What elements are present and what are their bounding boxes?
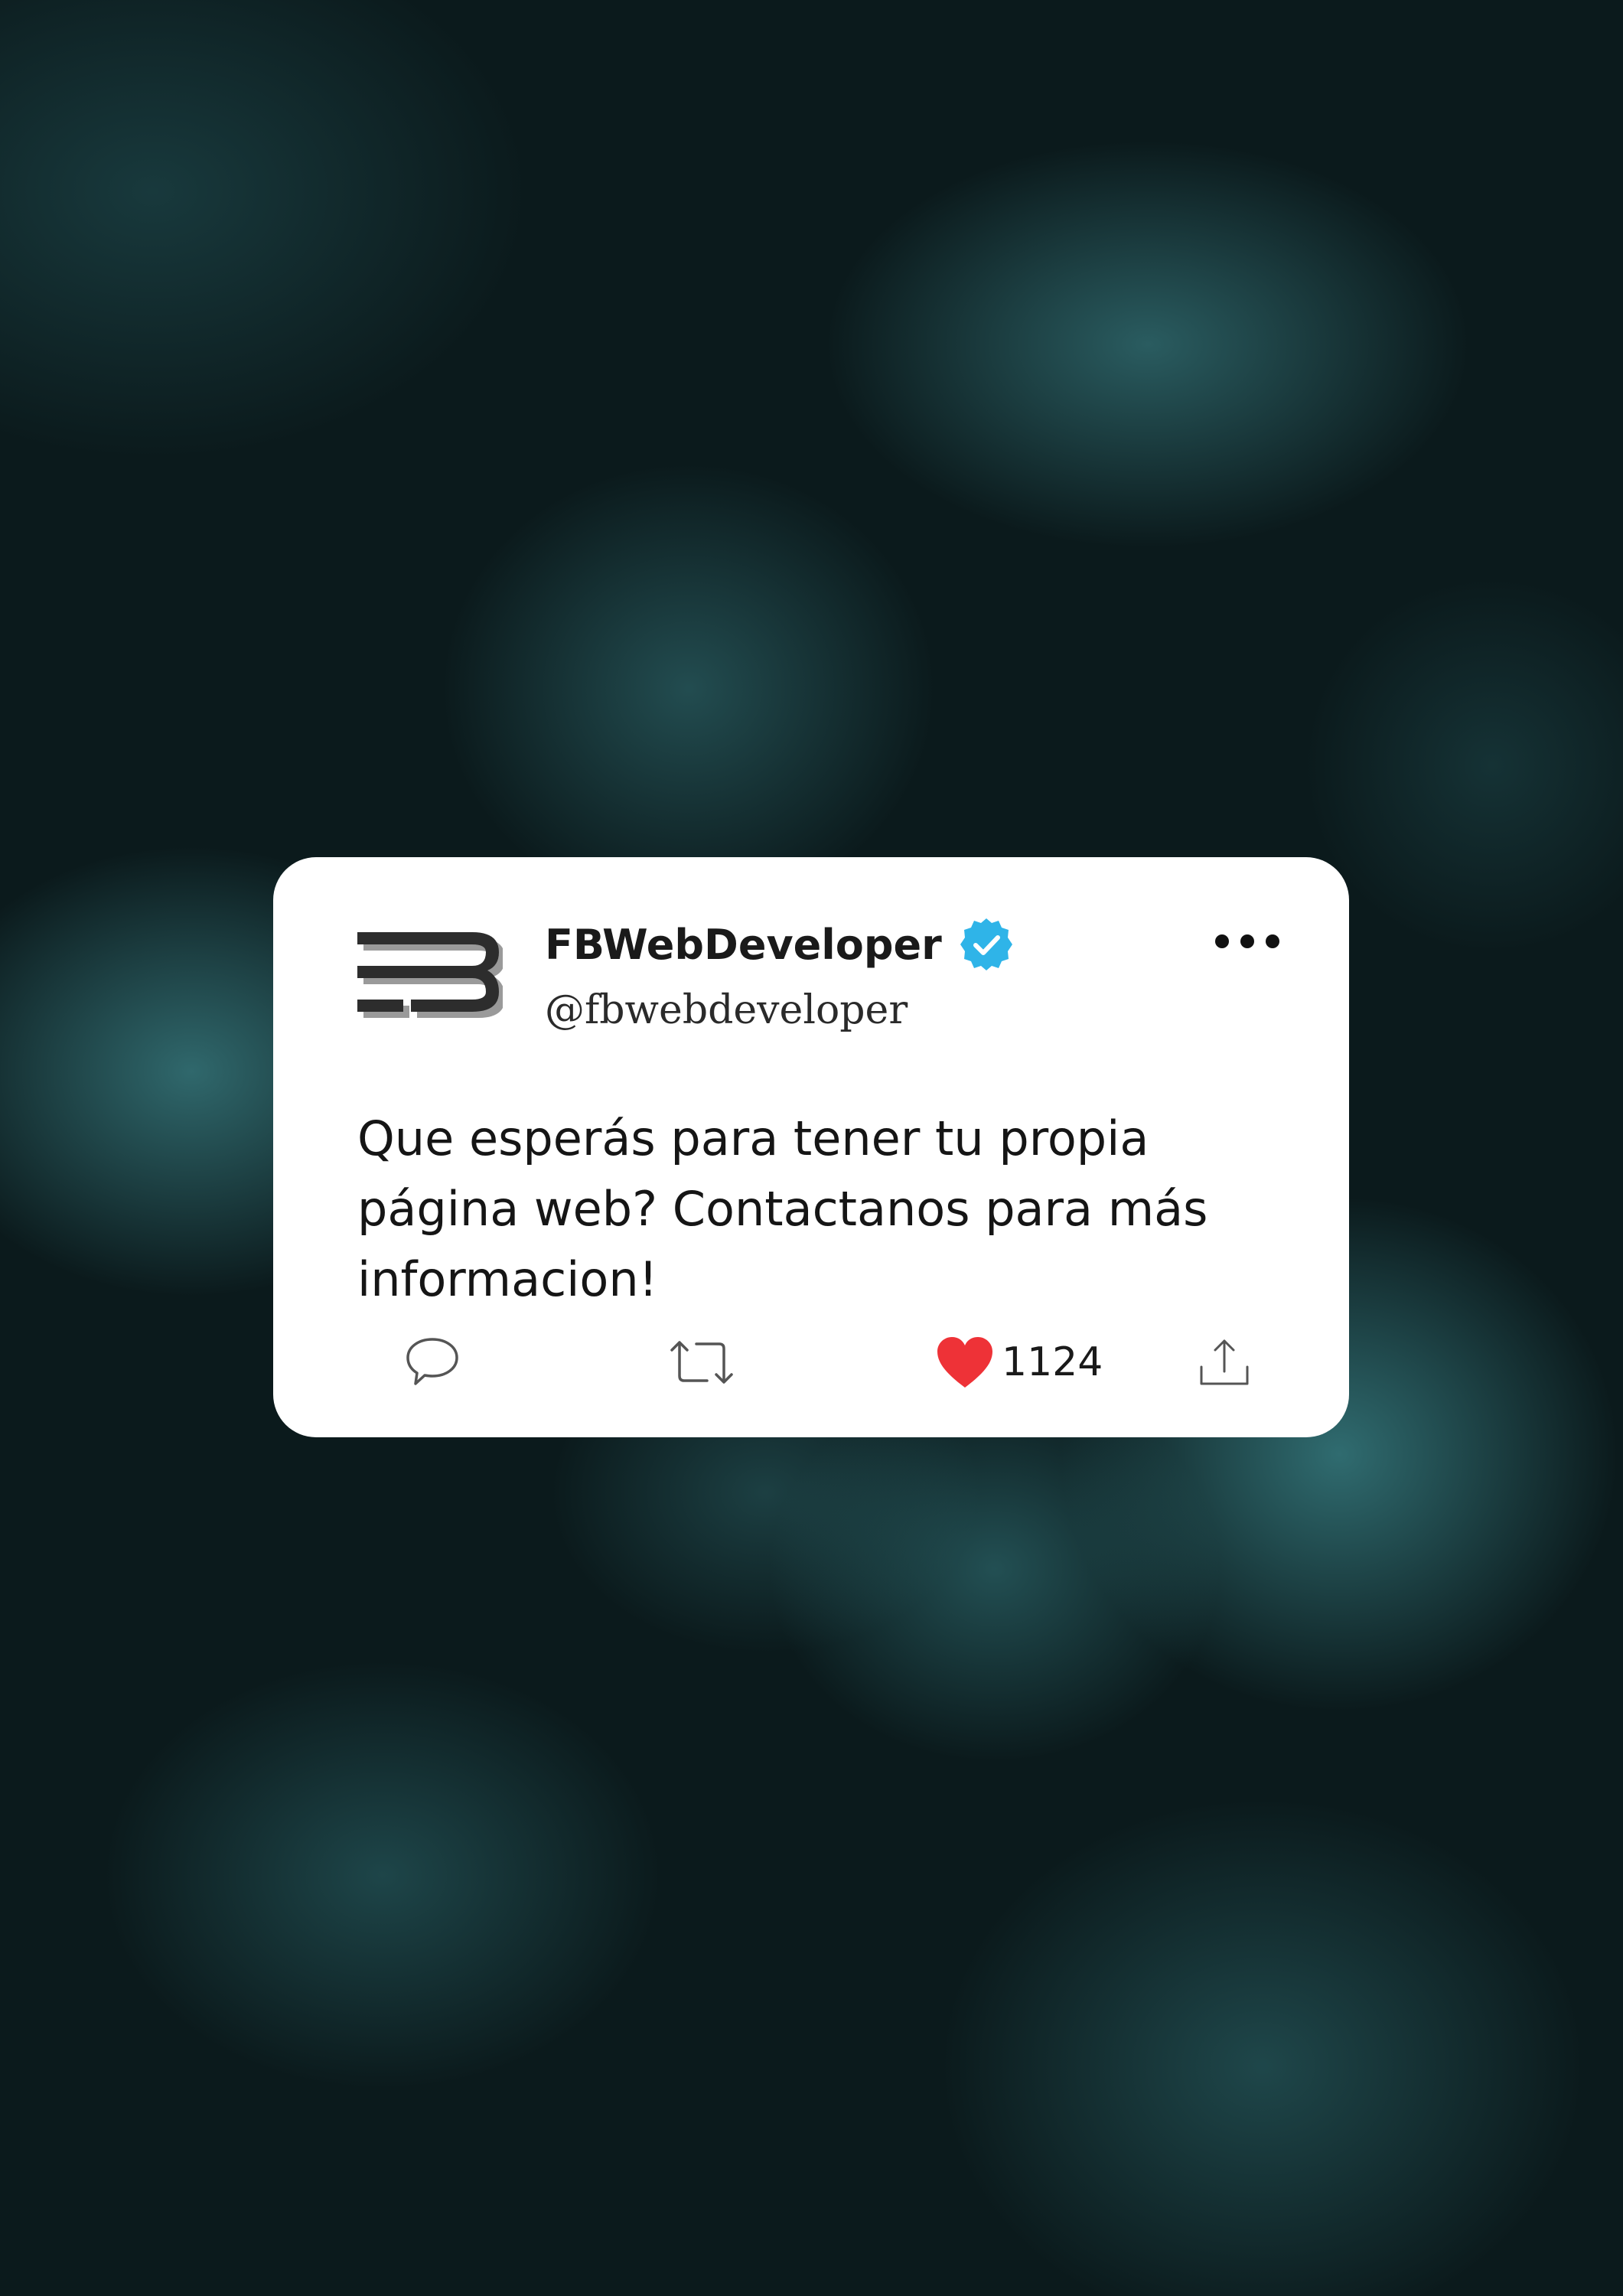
- heart-icon: [937, 1337, 992, 1388]
- comment-bubble-icon: [406, 1338, 458, 1385]
- fb-logo-icon: [357, 932, 503, 1018]
- reply-button[interactable]: [403, 1332, 461, 1393]
- tweet-card: FBWebDeveloper @fbwebdeveloper Que esper…: [273, 857, 1349, 1437]
- share-button[interactable]: [1195, 1332, 1253, 1393]
- user-handle[interactable]: @fbwebdeveloper: [545, 987, 908, 1033]
- retweet-icon: [670, 1341, 733, 1384]
- like-count: 1124: [1002, 1339, 1103, 1385]
- display-name-row[interactable]: FBWebDeveloper: [545, 917, 1014, 972]
- like-button[interactable]: 1124: [936, 1332, 1103, 1393]
- retweet-button[interactable]: [667, 1332, 736, 1393]
- more-dots-icon[interactable]: [1213, 932, 1282, 951]
- share-upload-icon: [1200, 1339, 1249, 1385]
- tweet-text: Que esperás para tener tu propia página …: [357, 1110, 1208, 1307]
- display-name[interactable]: FBWebDeveloper: [545, 921, 942, 969]
- verified-badge-icon: [960, 918, 1012, 970]
